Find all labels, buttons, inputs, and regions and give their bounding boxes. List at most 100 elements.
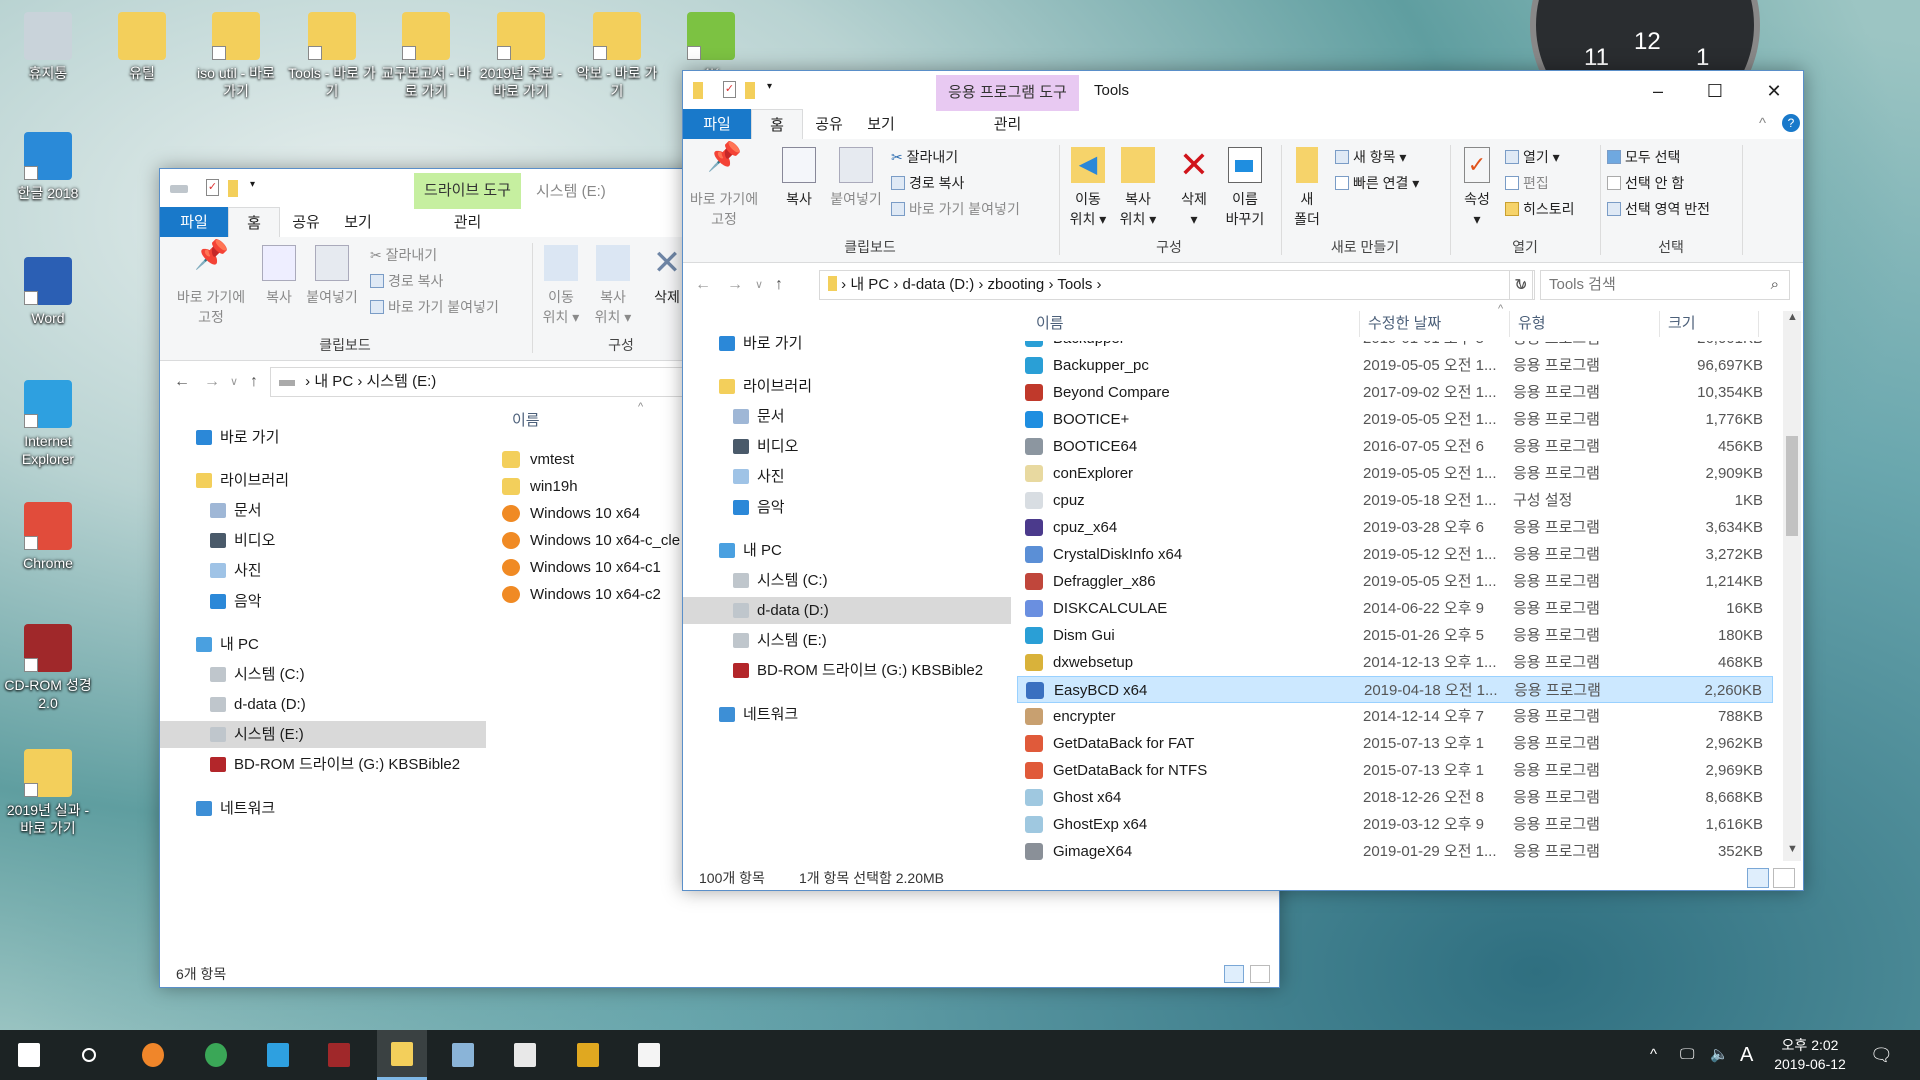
nav-item[interactable]: 사진 (683, 463, 1011, 490)
copy-to-button[interactable]: 복사 위치 ▾ (588, 245, 638, 327)
taskbar-button[interactable] (563, 1030, 613, 1080)
nav-item[interactable]: 라이브러리 (160, 467, 486, 494)
desktop-icon[interactable]: Chrome (2, 502, 94, 572)
new-folder-quick-icon[interactable] (745, 82, 755, 99)
file-row[interactable]: encrypter 2014-12-14 오후 7 응용 프로그램 788KB (1017, 703, 1773, 730)
back-button[interactable]: ← (695, 270, 711, 300)
breadcrumb-item[interactable]: 내 PC (850, 276, 889, 293)
tab-file[interactable]: 파일 (683, 109, 751, 140)
new-folder-quick-icon[interactable] (228, 180, 238, 197)
nav-item[interactable]: BD-ROM 드라이브 (G:) KBSBible2 (683, 657, 1011, 684)
search-box[interactable]: Tools 검색 ⌕ (1540, 270, 1790, 300)
desktop-icon[interactable]: 휴지통 (2, 12, 94, 82)
invert-selection-button[interactable]: 선택 영역 반전 (1607, 197, 1710, 221)
forward-button[interactable]: → (204, 367, 220, 397)
easy-access-button[interactable]: 빠른 연결 ▾ (1335, 171, 1419, 195)
paste-shortcut-button[interactable]: 바로 가기 붙여넣기 (370, 295, 499, 319)
paste-button[interactable]: 붙여넣기 (825, 147, 887, 209)
minimize-button[interactable]: – (1638, 75, 1678, 107)
nav-item[interactable]: 네트워크 (160, 795, 486, 822)
network-icon[interactable]: 🖵 (1680, 1030, 1694, 1080)
file-row[interactable]: BOOTICE64 2016-07-05 오전 6 응용 프로그램 456KB (1017, 433, 1773, 460)
desktop-icon[interactable]: iso util - 바로 가기 (190, 12, 282, 100)
column-header-name[interactable]: 이름 (1036, 311, 1064, 337)
tab-home[interactable]: 홈 (751, 109, 803, 141)
up-button[interactable]: ↑ (250, 367, 258, 397)
properties-quick-icon[interactable]: ✓ (723, 81, 736, 98)
show-hidden-icons-button[interactable]: ^ (1650, 1030, 1657, 1080)
taskbar-button[interactable] (377, 1030, 427, 1080)
taskbar-button[interactable] (191, 1030, 241, 1080)
customize-quick-access-icon[interactable]: ▾ (250, 179, 255, 190)
rename-button[interactable]: 이름 바꾸기 (1219, 147, 1271, 229)
notification-center-icon[interactable]: 🗨 (1870, 1030, 1893, 1080)
properties-button[interactable]: ✓ 속성 ▾ (1455, 147, 1499, 229)
breadcrumb-item[interactable]: 시스템 (E:) (367, 373, 437, 390)
nav-item[interactable]: 내 PC (683, 537, 1011, 564)
file-row[interactable]: Backupper_pc 2019-05-05 오전 1... 응용 프로그램 96,… (1017, 352, 1773, 379)
details-view-button[interactable] (1224, 965, 1244, 983)
volume-icon[interactable]: 🔈 (1710, 1030, 1729, 1080)
file-row[interactable]: GhostExp x64 2019-03-12 오후 9 응용 프로그램 1,616K… (1017, 811, 1773, 838)
file-row[interactable]: cpuz 2019-05-18 오전 1... 구성 설정 1KB (1017, 487, 1773, 514)
nav-item[interactable]: 시스템 (C:) (683, 567, 1011, 594)
tab-share[interactable]: 공유 (280, 207, 332, 238)
file-row[interactable]: BOOTICE+ 2019-05-05 오전 1... 응용 프로그램 1,776KB (1017, 406, 1773, 433)
nav-item[interactable]: 라이브러리 (683, 373, 1011, 400)
tab-file[interactable]: 파일 (160, 207, 228, 238)
nav-item[interactable]: 바로 가기 (683, 330, 1011, 357)
vertical-scrollbar[interactable]: ▲ ▼ (1783, 311, 1801, 861)
file-row[interactable]: GimageX64 2019-01-29 오전 1... 응용 프로그램 352KB (1017, 838, 1773, 865)
taskbar-button[interactable] (4, 1030, 54, 1080)
desktop-icon[interactable]: 한글 2018 (2, 132, 94, 202)
back-button[interactable]: ← (174, 367, 190, 397)
maximize-button[interactable]: ☐ (1695, 75, 1735, 107)
nav-item[interactable]: BD-ROM 드라이브 (G:) KBSBible2 (160, 751, 486, 778)
customize-quick-access-icon[interactable]: ▾ (767, 81, 772, 92)
cut-button[interactable]: ✂ 잘라내기 (370, 243, 437, 267)
scroll-up-icon[interactable]: ▲ (1787, 311, 1798, 323)
column-header-name[interactable]: 이름 (512, 408, 540, 434)
file-row[interactable]: cpuz_x64 2019-03-28 오후 6 응용 프로그램 3,634KB (1017, 514, 1773, 541)
file-row[interactable]: Beyond Compare 2017-09-02 오전 1... 응용 프로그램 1… (1017, 379, 1773, 406)
nav-item[interactable]: 바로 가기 (160, 424, 486, 451)
open-button[interactable]: 열기 ▾ (1505, 145, 1560, 169)
properties-quick-icon[interactable]: ✓ (206, 179, 219, 196)
column-header-size[interactable]: 크기 (1659, 311, 1759, 337)
recent-locations-button[interactable]: ∨ (230, 367, 238, 397)
nav-item[interactable]: 시스템 (C:) (160, 661, 486, 688)
desktop-icon[interactable]: 2019년 주보 - 바로 가기 (475, 12, 567, 100)
file-row[interactable]: Backupper 2019-01-01 오후 5 응용 프로그램 26,001KB (1017, 341, 1773, 352)
taskbar-button[interactable] (500, 1030, 550, 1080)
file-row[interactable]: GetDataBack for FAT 2015-07-13 오후 1 응용 프로그… (1017, 730, 1773, 757)
column-header-type[interactable]: 유형 (1509, 311, 1659, 337)
file-row[interactable]: DISKCALCULAE 2014-06-22 오후 9 응용 프로그램 16KB (1017, 595, 1773, 622)
scroll-down-icon[interactable]: ▼ (1787, 843, 1798, 855)
nav-item[interactable]: 내 PC (160, 631, 486, 658)
breadcrumb-item[interactable]: 내 PC (314, 373, 353, 390)
pin-to-quick-access-button[interactable]: 📌 바로 가기에 고정 (166, 241, 256, 327)
new-folder-button[interactable]: 새 폴더 (1287, 147, 1327, 229)
ime-indicator[interactable]: A (1740, 1030, 1753, 1080)
breadcrumb-item[interactable]: d-data (D:) (903, 276, 975, 293)
tab-home[interactable]: 홈 (228, 207, 280, 239)
edit-button[interactable]: 편집 (1505, 171, 1549, 195)
breadcrumb-item[interactable]: zbooting (988, 276, 1045, 293)
taskbar-button[interactable] (64, 1030, 114, 1080)
details-view-button[interactable] (1747, 868, 1769, 888)
cut-button[interactable]: ✂ 잘라내기 (891, 145, 958, 169)
nav-item[interactable]: 문서 (683, 403, 1011, 430)
desktop-icon[interactable]: Word (2, 257, 94, 327)
desktop-icon[interactable]: CD-ROM 성경 2.0 (2, 624, 94, 712)
copy-path-button[interactable]: 경로 복사 (370, 269, 443, 293)
copy-button[interactable]: 복사 (777, 147, 821, 209)
file-row[interactable]: GetDataBack for NTFS 2015-07-13 오후 1 응용 프로… (1017, 757, 1773, 784)
taskbar-button[interactable] (128, 1030, 178, 1080)
nav-item[interactable]: 비디오 (683, 433, 1011, 460)
nav-item[interactable]: 네트워크 (683, 701, 1011, 728)
file-row[interactable]: conExplorer 2019-05-05 오전 1... 응용 프로그램 2,90… (1017, 460, 1773, 487)
taskbar-button[interactable] (438, 1030, 488, 1080)
breadcrumb-item[interactable]: Tools (1057, 276, 1092, 293)
taskbar-button[interactable] (253, 1030, 303, 1080)
nav-item[interactable]: 시스템 (E:) (683, 627, 1011, 654)
